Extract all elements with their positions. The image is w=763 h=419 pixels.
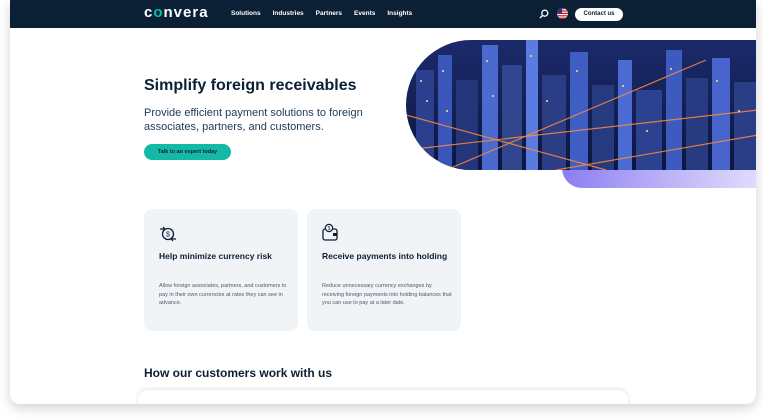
card-title: Help minimize currency risk	[159, 251, 272, 261]
customers-panel	[138, 390, 628, 404]
nav-industries[interactable]: Industries	[273, 10, 304, 17]
section-title: How our customers work with us	[144, 366, 333, 380]
convera-logo[interactable]: convera	[144, 4, 209, 21]
card-receive-payments: $ Receive payments into holding Reduce u…	[307, 209, 461, 331]
card-body: Reduce unnecessary currency exchanges by…	[322, 283, 452, 306]
search-icon[interactable]	[539, 9, 549, 19]
top-nav: convera Solutions Industries Partners Ev…	[10, 0, 756, 28]
nav-partners[interactable]: Partners	[316, 10, 342, 17]
card-currency-risk: $ Help minimize currency risk Allow fore…	[144, 209, 298, 331]
hero-subtitle: Provide efficient payment solutions to f…	[144, 107, 363, 133]
us-flag-icon[interactable]	[557, 8, 568, 19]
talk-to-expert-button[interactable]: Talk to an expert today	[144, 144, 231, 160]
currency-exchange-icon: $	[160, 226, 176, 242]
contact-us-button[interactable]: Contact us	[575, 8, 623, 21]
card-body: Allow foreign associates, partners, and …	[159, 283, 287, 306]
hero-title: Simplify foreign receivables	[144, 77, 357, 94]
svg-text:$: $	[166, 232, 170, 239]
browser-page: convera Solutions Industries Partners Ev…	[10, 0, 756, 404]
card-title: Receive payments into holding	[322, 251, 448, 261]
city-night-image	[406, 40, 756, 170]
nav-insights[interactable]: Insights	[387, 10, 412, 17]
svg-text:$: $	[328, 226, 331, 232]
nav-solutions[interactable]: Solutions	[231, 10, 261, 17]
nav-links: Solutions Industries Partners Events Ins…	[231, 10, 412, 17]
nav-events[interactable]: Events	[354, 10, 375, 17]
wallet-currency-icon: $	[322, 223, 338, 241]
